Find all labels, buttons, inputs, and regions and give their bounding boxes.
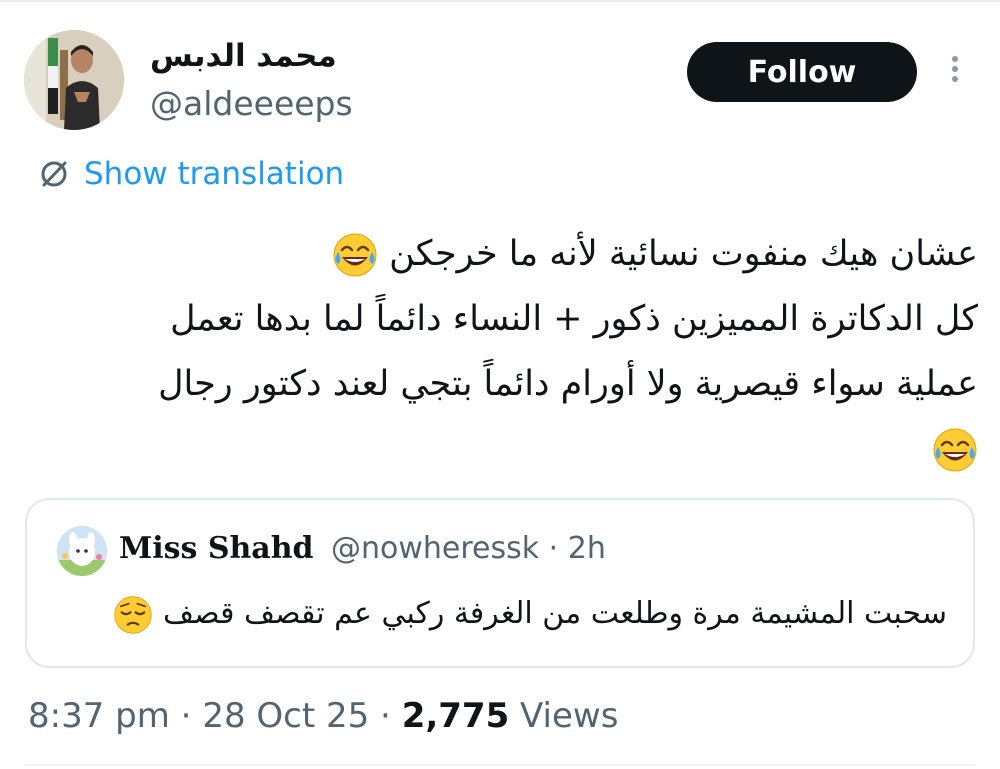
quoted-tweet-text-content: سحبت المشيمة مرة وطلعت من الغرفة ركبي عم… bbox=[163, 596, 947, 631]
tears-of-joy-emoji-icon bbox=[933, 428, 977, 472]
tweet-date[interactable]: 28 Oct 25 bbox=[202, 696, 369, 736]
tweet-line-1: عشان هيك منفوت نسائية لأنه ما خرجكن bbox=[28, 222, 978, 287]
globe-translate-icon bbox=[41, 161, 67, 187]
avatar-photo bbox=[24, 30, 124, 130]
quoted-author-name[interactable]: Miss Shahd bbox=[119, 527, 314, 571]
views-label: Views bbox=[509, 696, 619, 736]
meta-separator: · bbox=[169, 696, 203, 736]
author-display-name[interactable]: محمد الدبس bbox=[150, 34, 340, 78]
quoted-tweet-card[interactable]: Miss Shahd @nowheressk · 2h سحبت المشيمة… bbox=[25, 498, 975, 668]
tweet-line-1-text: عشان هيك منفوت نسائية لأنه ما خرجكن bbox=[389, 234, 978, 274]
show-translation-link[interactable]: Show translation bbox=[38, 152, 344, 196]
quoted-author-avatar[interactable] bbox=[57, 526, 107, 576]
follow-button[interactable]: Follow bbox=[687, 42, 917, 102]
show-translation-label: Show translation bbox=[84, 156, 345, 192]
quoted-author-handle-time[interactable]: @nowheressk · 2h bbox=[331, 527, 606, 571]
author-avatar[interactable] bbox=[24, 30, 124, 130]
tweet-line-4 bbox=[28, 417, 978, 482]
pensive-emoji-icon bbox=[114, 595, 153, 634]
tweet-body: عشان هيك منفوت نسائية لأنه ما خرجكن كل ا… bbox=[28, 222, 978, 482]
more-vertical-icon[interactable] bbox=[940, 52, 970, 92]
tweet-time[interactable]: 8:37 pm bbox=[28, 696, 170, 736]
tweet-meta-row: 8:37 pm · 28 Oct 25 · 2,775 Views bbox=[28, 692, 618, 740]
meta-separator: · bbox=[369, 696, 402, 736]
top-divider bbox=[0, 0, 1000, 2]
tears-of-joy-emoji-icon bbox=[333, 233, 377, 277]
bottom-divider bbox=[25, 764, 975, 766]
quoted-tweet-text: سحبت المشيمة مرة وطلعت من الغرفة ركبي عم… bbox=[57, 588, 947, 640]
author-handle[interactable]: @aldeeeeps bbox=[150, 82, 353, 126]
quoted-avatar-image bbox=[57, 526, 107, 576]
tweet-line-3: عملية سواء قيصرية ولا أورام دائماً بتجي … bbox=[158, 364, 978, 404]
tweet-line-2: كل الدكاترة المميزين ذكور + النساء دائما… bbox=[170, 299, 978, 339]
views-count: 2,775 bbox=[401, 696, 510, 736]
